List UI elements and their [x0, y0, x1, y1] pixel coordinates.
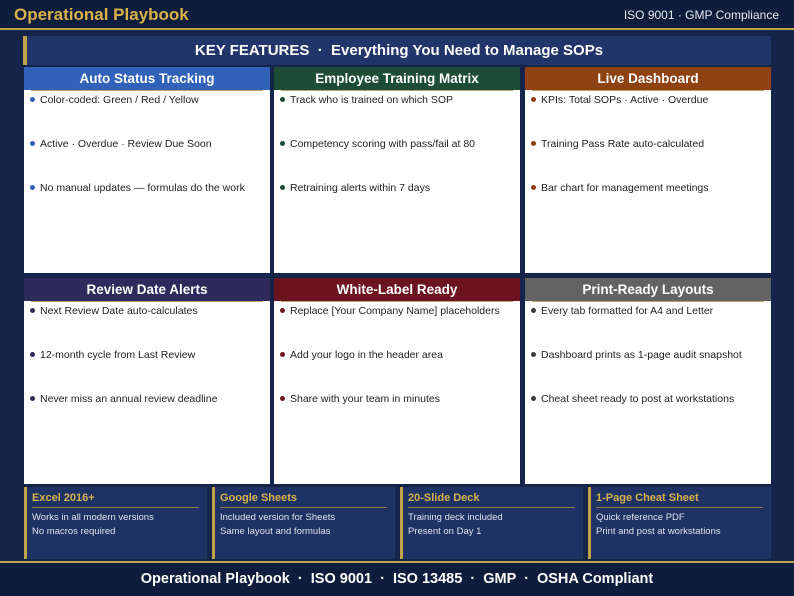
- bullet-icon: [30, 307, 35, 313]
- info-box-line: Training deck included: [408, 512, 503, 523]
- feature-card-training-matrix: Employee Training Matrix Track who is tr…: [274, 67, 520, 273]
- card-title: Print-Ready Layouts: [525, 278, 771, 301]
- list-item: Share with your team in minutes: [274, 390, 520, 434]
- bullet-icon: [280, 307, 285, 313]
- bullet-icon: [280, 351, 285, 357]
- list-item: Retraining alerts within 7 days: [274, 179, 520, 223]
- bullet-icon: [30, 351, 35, 357]
- feature-list: Every tab formatted for A4 and Letter Da…: [525, 302, 771, 434]
- info-box-line: Same layout and formulas: [220, 526, 331, 537]
- list-item: Competency scoring with pass/fail at 80: [274, 135, 520, 179]
- list-item: Never miss an annual review deadline: [24, 390, 270, 434]
- info-box-line: Works in all modern versions: [32, 512, 154, 523]
- bullet-icon: [531, 140, 536, 146]
- info-box-line: Included version for Sheets: [220, 512, 336, 523]
- list-item: Active · Overdue · Review Due Soon: [24, 135, 270, 179]
- list-item: No manual updates — formulas do the work: [24, 179, 270, 223]
- info-box-line: Present on Day 1: [408, 526, 482, 537]
- bullet-icon: [30, 184, 35, 190]
- card-title: Review Date Alerts: [24, 278, 270, 301]
- info-box-title: Excel 2016+: [32, 492, 199, 508]
- info-box-cheat-sheet: 1-Page Cheat Sheet Quick reference PDF P…: [588, 487, 771, 559]
- list-item: Track who is trained on which SOP: [274, 91, 520, 135]
- info-box-excel: Excel 2016+ Works in all modern versions…: [24, 487, 207, 559]
- bullet-icon: [531, 351, 536, 357]
- feature-card-live-dashboard: Live Dashboard KPIs: Total SOPs · Active…: [525, 67, 771, 273]
- feature-list: Color-coded: Green / Red / Yellow Active…: [24, 91, 270, 223]
- feature-list: Track who is trained on which SOP Compet…: [274, 91, 520, 223]
- bullet-icon: [531, 395, 536, 401]
- card-title: Auto Status Tracking: [24, 67, 270, 90]
- info-box-title: Google Sheets: [220, 492, 387, 508]
- feature-card-print-ready: Print-Ready Layouts Every tab formatted …: [525, 278, 771, 484]
- bullet-icon: [30, 96, 35, 102]
- list-item: Add your logo in the header area: [274, 346, 520, 390]
- list-item: Dashboard prints as 1-page audit snapsho…: [525, 346, 771, 390]
- info-box-line: Quick reference PDF: [596, 512, 685, 523]
- card-title: White-Label Ready: [274, 278, 520, 301]
- bullet-icon: [531, 96, 536, 102]
- card-title: Live Dashboard: [525, 67, 771, 90]
- brand-title: Operational Playbook: [14, 5, 189, 24]
- list-item: Every tab formatted for A4 and Letter: [525, 302, 771, 346]
- list-item: Replace [Your Company Name] placeholders: [274, 302, 520, 346]
- list-item: Color-coded: Green / Red / Yellow: [24, 91, 270, 135]
- list-item: Training Pass Rate auto-calculated: [525, 135, 771, 179]
- bullet-icon: [531, 307, 536, 313]
- feature-card-review-alerts: Review Date Alerts Next Review Date auto…: [24, 278, 270, 484]
- bullet-icon: [280, 96, 285, 102]
- footer-bar: Operational Playbook · ISO 9001 · ISO 13…: [0, 561, 794, 596]
- info-box-title: 20-Slide Deck: [408, 492, 575, 508]
- feature-list: KPIs: Total SOPs · Active · Overdue Trai…: [525, 91, 771, 223]
- list-item: Next Review Date auto-calculates: [24, 302, 270, 346]
- list-item: KPIs: Total SOPs · Active · Overdue: [525, 91, 771, 135]
- info-box-google-sheets: Google Sheets Included version for Sheet…: [212, 487, 395, 559]
- feature-list: Next Review Date auto-calculates 12-mont…: [24, 302, 270, 434]
- info-box-slide-deck: 20-Slide Deck Training deck included Pre…: [400, 487, 583, 559]
- list-item: Cheat sheet ready to post at workstation…: [525, 390, 771, 434]
- info-box-line: Print and post at workstations: [596, 526, 721, 537]
- bullet-icon: [30, 395, 35, 401]
- card-title: Employee Training Matrix: [274, 67, 520, 90]
- info-box-line: No macros required: [32, 526, 116, 537]
- key-features-banner: KEY FEATURES · Everything You Need to Ma…: [23, 36, 771, 65]
- bullet-icon: [531, 184, 536, 190]
- compliance-label: ISO 9001 · GMP Compliance: [623, 8, 779, 22]
- list-item: 12-month cycle from Last Review: [24, 346, 270, 390]
- top-bar: Operational Playbook ISO 9001 · GMP Comp…: [0, 0, 794, 30]
- bullet-icon: [280, 395, 285, 401]
- bullet-icon: [30, 140, 35, 146]
- bullet-icon: [280, 184, 285, 190]
- feature-card-auto-status: Auto Status Tracking Color-coded: Green …: [24, 67, 270, 273]
- list-item: Bar chart for management meetings: [525, 179, 771, 223]
- info-box-title: 1-Page Cheat Sheet: [596, 492, 763, 508]
- bullet-icon: [280, 140, 285, 146]
- feature-card-white-label: White-Label Ready Replace [Your Company …: [274, 278, 520, 484]
- feature-list: Replace [Your Company Name] placeholders…: [274, 302, 520, 434]
